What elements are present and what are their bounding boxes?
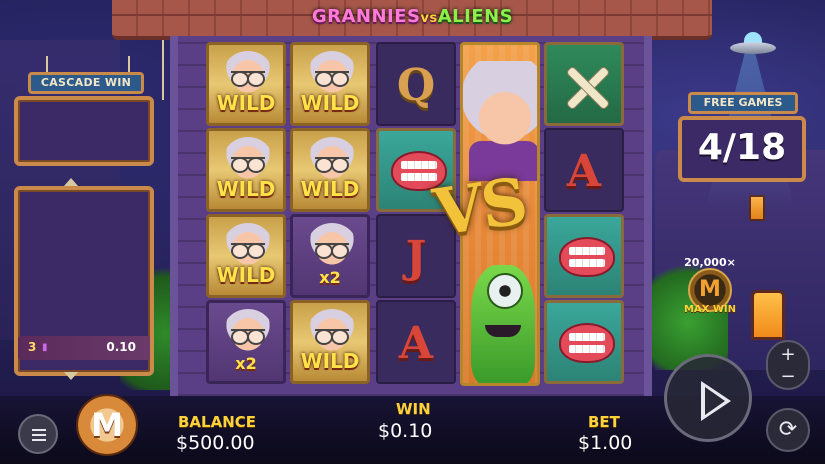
dentures-icon — [559, 237, 615, 277]
win-history-row: 3 ▮ 0.10 — [18, 336, 150, 360]
dentures-icon — [559, 323, 615, 363]
crossed-rolling-pins-icon — [565, 65, 609, 109]
bet-adjuster: + − — [766, 340, 810, 390]
cascade-icon: ▮ — [42, 342, 48, 353]
free-games-counter: 4/18 — [678, 116, 806, 182]
reel-5: A — [544, 42, 624, 386]
wild-symbol: WILD — [206, 42, 286, 126]
multiplier-badge: x2 — [235, 354, 257, 373]
max-win-label: MAX WIN — [683, 304, 736, 315]
granny-icon — [463, 61, 537, 171]
wild-symbol: WILD — [206, 214, 286, 298]
vs-logo: VS — [429, 163, 531, 252]
wild-symbol: WILD — [290, 128, 370, 212]
spin-button[interactable] — [664, 354, 752, 442]
autoplay-button[interactable]: ⟳ — [766, 408, 810, 452]
wild-symbol: WILD — [290, 300, 370, 384]
bet-decrease-button[interactable]: − — [768, 366, 808, 387]
title-aliens: ALIENS — [437, 6, 514, 27]
multiplier-badge: x2 — [319, 268, 341, 287]
symbol-q: Q — [376, 42, 456, 126]
game-title: GRANNIESvsALIENS — [300, 6, 525, 34]
cascade-win-display — [14, 96, 154, 166]
reel-2: WILD WILD x2 WILD — [290, 42, 370, 386]
balance-value: $500.00 — [176, 432, 255, 454]
bet-increase-button[interactable]: + — [768, 344, 808, 365]
reel-1: WILD WILD WILD x2 — [206, 42, 286, 386]
brand-logo: M — [76, 394, 138, 456]
history-win-amount: 0.10 — [106, 340, 136, 354]
bet-label: BET — [588, 413, 620, 431]
granny-multiplier-symbol: x2 — [206, 300, 286, 384]
dentures-symbol — [544, 300, 624, 384]
history-scroll-down-arrow[interactable] — [64, 372, 78, 380]
history-scroll-up-arrow[interactable] — [64, 178, 78, 186]
bone-cross-symbol — [544, 42, 624, 126]
hanging-plant-rope — [162, 40, 164, 100]
symbol-a: A — [376, 300, 456, 384]
title-vs: vs — [420, 11, 438, 26]
win-value: $0.10 — [378, 420, 433, 442]
ufo-icon — [730, 32, 776, 58]
menu-button[interactable] — [18, 414, 58, 454]
menu-icon — [32, 429, 46, 441]
win-label: WIN — [396, 400, 431, 418]
wild-symbol: WILD — [206, 128, 286, 212]
lit-window — [751, 290, 785, 340]
bet-value: $1.00 — [578, 432, 633, 454]
autoplay-icon: ⟳ — [778, 417, 798, 442]
cascade-win-sign: CASCADE WIN — [28, 72, 144, 94]
free-games-sign: FREE GAMES — [688, 92, 798, 114]
granny-multiplier-symbol: x2 — [290, 214, 370, 298]
history-cascade-count: 3 — [28, 340, 37, 354]
balance-label: BALANCE — [178, 413, 257, 431]
alien-icon — [471, 265, 535, 383]
symbol-a: A — [544, 128, 624, 212]
title-grannies: GRANNIES — [311, 6, 421, 27]
wild-symbol: WILD — [290, 42, 370, 126]
reel-grid: WILD WILD WILD x2 WILD WILD x2 WILD Q J … — [170, 36, 652, 396]
